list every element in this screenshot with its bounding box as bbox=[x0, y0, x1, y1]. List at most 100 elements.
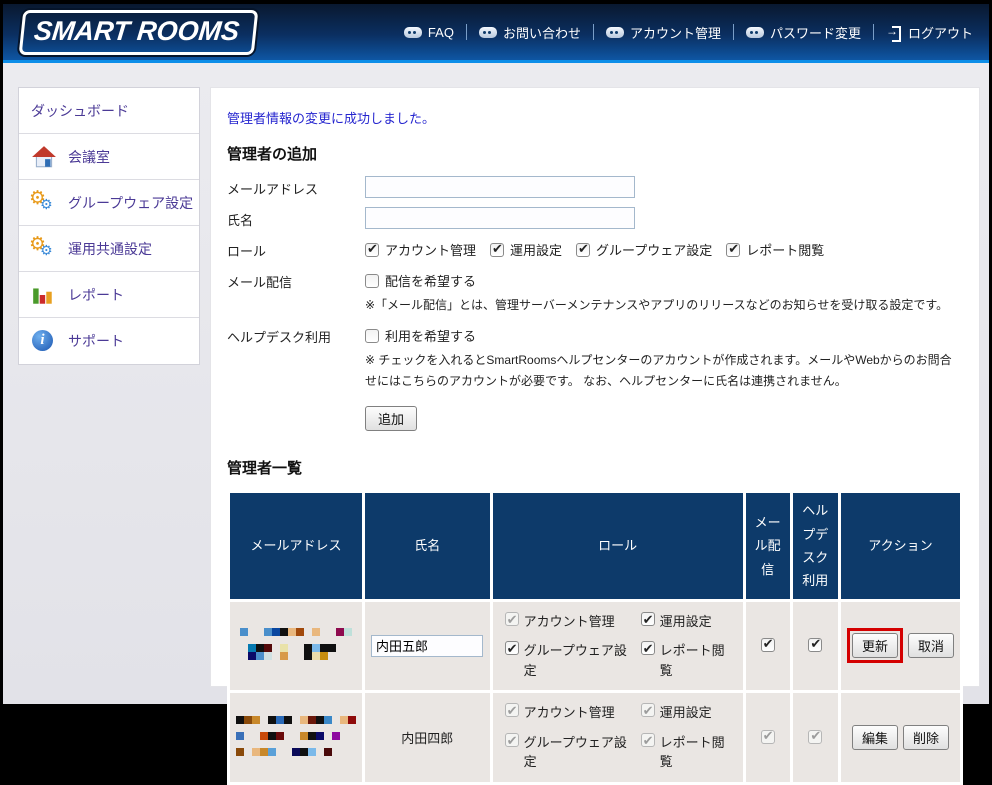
logo[interactable]: SMART ROOMS bbox=[19, 10, 259, 55]
top-nav: FAQ お問い合わせ アカウント管理 パスワード変更 ログアウト bbox=[404, 4, 973, 60]
nav-password-change[interactable]: パスワード変更 bbox=[746, 23, 861, 42]
row-role-operation-checkbox bbox=[641, 703, 655, 717]
highlight-box: 更新 bbox=[847, 628, 903, 663]
email-label: メールアドレス bbox=[227, 176, 365, 198]
bar-chart-icon bbox=[31, 283, 57, 307]
redacted-email bbox=[240, 628, 352, 660]
sidebar-item-meeting-room[interactable]: 会議室 bbox=[19, 134, 199, 180]
nav-contact-label: お問い合わせ bbox=[503, 23, 581, 42]
mail-delivery-checkbox[interactable] bbox=[365, 274, 379, 288]
column-header-action: アクション bbox=[841, 493, 960, 599]
window-icon bbox=[606, 27, 624, 38]
role-account-label: アカウント管理 bbox=[385, 240, 476, 259]
mail-cell bbox=[746, 693, 790, 782]
column-header-name: 氏名 bbox=[365, 493, 490, 599]
mail-delivery-option-label: 配信を希望する bbox=[385, 271, 476, 290]
logout-icon bbox=[886, 25, 902, 39]
role-groupware-checkbox[interactable] bbox=[576, 243, 590, 257]
nav-account-management[interactable]: アカウント管理 bbox=[606, 23, 721, 42]
nav-separator bbox=[466, 24, 467, 40]
sidebar-item-operation-settings[interactable]: ⚙⚙ 運用共通設定 bbox=[19, 226, 199, 272]
delete-button[interactable]: 削除 bbox=[903, 725, 949, 750]
helpdesk-option-label: 利用を希望する bbox=[385, 326, 476, 345]
nav-faq[interactable]: FAQ bbox=[404, 25, 454, 40]
sidebar-item-report[interactable]: レポート bbox=[19, 272, 199, 318]
sidebar-item-label: 運用共通設定 bbox=[68, 239, 152, 259]
name-cell bbox=[365, 602, 490, 691]
add-button[interactable]: 追加 bbox=[365, 406, 417, 431]
window-icon bbox=[404, 27, 422, 38]
row-role-account-checkbox bbox=[505, 703, 519, 717]
nav-password-label: パスワード変更 bbox=[770, 23, 861, 42]
role-operation-label: 運用設定 bbox=[510, 240, 562, 259]
nav-logout[interactable]: ログアウト bbox=[886, 23, 973, 42]
info-icon: i bbox=[31, 329, 57, 353]
row-mail-checkbox[interactable] bbox=[761, 638, 775, 652]
name-form-row: 氏名 bbox=[227, 207, 963, 229]
helpdesk-form-row: ヘルプデスク利用 利用を希望する ※ チェックを入れるとSmartRoomsヘル… bbox=[227, 324, 963, 391]
logo-text: SMART ROOMS bbox=[32, 16, 240, 47]
update-button[interactable]: 更新 bbox=[852, 633, 898, 658]
app-window: SMART ROOMS FAQ お問い合わせ アカウント管理 パスワード変更 bbox=[3, 4, 989, 704]
sidebar-item-dashboard[interactable]: ダッシュボード bbox=[19, 88, 199, 134]
cancel-button[interactable]: 取消 bbox=[908, 633, 954, 658]
role-cell: アカウント管理 運用設定 グループウェア設定 レポート閲覧 bbox=[493, 602, 743, 691]
row-role-report-checkbox bbox=[641, 733, 655, 747]
mail-cell bbox=[746, 602, 790, 691]
nav-account-label: アカウント管理 bbox=[630, 23, 721, 42]
main-panel: 管理者情報の変更に成功しました。 管理者の追加 メールアドレス 氏名 ロール ア… bbox=[210, 87, 980, 687]
row-mail-checkbox bbox=[761, 730, 775, 744]
edit-button[interactable]: 編集 bbox=[852, 725, 898, 750]
admin-table: メールアドレス 氏名 ロール メール配信 ヘルプデスク利用 アクション bbox=[227, 490, 963, 785]
gears-icon: ⚙⚙ bbox=[31, 191, 57, 215]
row-role-account-checkbox bbox=[505, 612, 519, 626]
row-role-report-checkbox[interactable] bbox=[641, 641, 655, 655]
nav-faq-label: FAQ bbox=[428, 25, 454, 40]
table-header-row: メールアドレス 氏名 ロール メール配信 ヘルプデスク利用 アクション bbox=[230, 493, 960, 599]
email-field[interactable] bbox=[365, 176, 635, 198]
action-cell: 編集 削除 bbox=[841, 693, 960, 782]
nav-separator bbox=[593, 24, 594, 40]
role-report-checkbox[interactable] bbox=[726, 243, 740, 257]
helpdesk-label: ヘルプデスク利用 bbox=[227, 324, 365, 346]
gears-icon: ⚙⚙ bbox=[31, 237, 57, 261]
row-helpdesk-checkbox[interactable] bbox=[808, 638, 822, 652]
table-row: 内田四郎 アカウント管理 運用設定 グループウェア設定 レポート閲覧 bbox=[230, 693, 960, 782]
top-bar: SMART ROOMS FAQ お問い合わせ アカウント管理 パスワード変更 bbox=[3, 4, 989, 63]
role-account-checkbox[interactable] bbox=[365, 243, 379, 257]
row-name-input[interactable] bbox=[371, 635, 483, 657]
mail-form-row: メール配信 配信を希望する ※「メール配信」とは、管理サーバーメンテナンスやアプ… bbox=[227, 269, 963, 315]
mail-delivery-label: メール配信 bbox=[227, 269, 365, 291]
role-label: ロール bbox=[227, 238, 365, 260]
role-report-label: レポート閲覧 bbox=[746, 240, 824, 259]
sidebar-item-label: レポート bbox=[68, 285, 124, 305]
sidebar-item-label: サポート bbox=[68, 331, 124, 351]
name-field[interactable] bbox=[365, 207, 635, 229]
name-label: 氏名 bbox=[227, 207, 365, 229]
window-icon bbox=[479, 27, 497, 38]
sidebar-item-label: グループウェア設定 bbox=[68, 193, 193, 213]
sidebar-item-label: ダッシュボード bbox=[31, 101, 129, 121]
role-operation-checkbox[interactable] bbox=[490, 243, 504, 257]
sidebar-item-label: 会議室 bbox=[68, 147, 110, 167]
column-header-email: メールアドレス bbox=[230, 493, 362, 599]
table-row: アカウント管理 運用設定 グループウェア設定 レポート閲覧 更新 bbox=[230, 602, 960, 691]
row-helpdesk-checkbox bbox=[808, 730, 822, 744]
role-cell: アカウント管理 運用設定 グループウェア設定 レポート閲覧 bbox=[493, 693, 743, 782]
name-cell: 内田四郎 bbox=[365, 693, 490, 782]
sidebar-item-groupware-settings[interactable]: ⚙⚙ グループウェア設定 bbox=[19, 180, 199, 226]
column-header-helpdesk: ヘルプデスク利用 bbox=[793, 493, 838, 599]
redacted-email bbox=[236, 716, 356, 756]
helpdesk-checkbox[interactable] bbox=[365, 329, 379, 343]
email-form-row: メールアドレス bbox=[227, 176, 963, 198]
nav-separator bbox=[873, 24, 874, 40]
nav-contact[interactable]: お問い合わせ bbox=[479, 23, 581, 42]
content-area: ダッシュボード 会議室 ⚙⚙ グループウェア設定 bbox=[3, 63, 989, 701]
helpdesk-cell bbox=[793, 693, 838, 782]
email-cell bbox=[230, 602, 362, 691]
row-role-groupware-checkbox[interactable] bbox=[505, 641, 519, 655]
sidebar-item-support[interactable]: i サポート bbox=[19, 318, 199, 364]
action-cell: 更新 取消 bbox=[841, 602, 960, 691]
row-role-operation-checkbox[interactable] bbox=[641, 612, 655, 626]
helpdesk-cell bbox=[793, 602, 838, 691]
